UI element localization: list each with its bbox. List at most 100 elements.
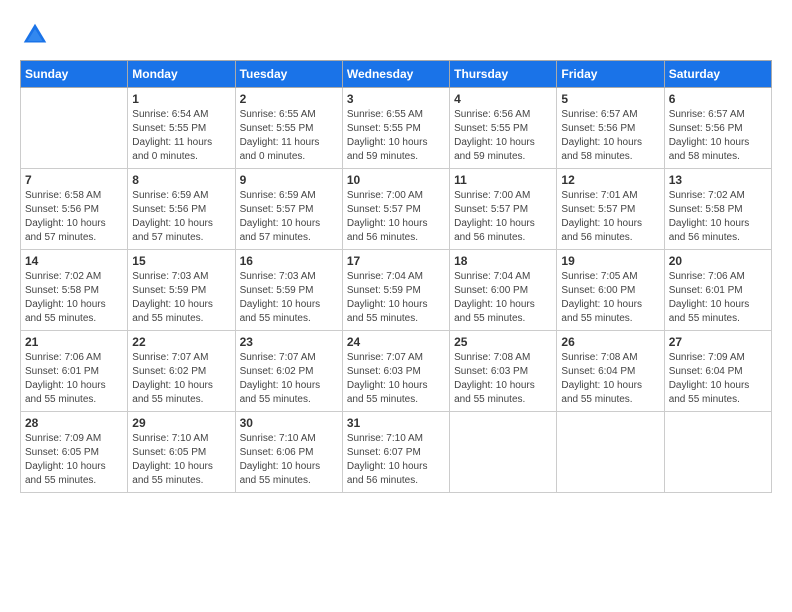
day-number: 8	[132, 173, 230, 187]
day-info: Sunrise: 7:06 AM Sunset: 6:01 PM Dayligh…	[25, 351, 123, 407]
day-number: 30	[240, 416, 338, 430]
day-number: 10	[347, 173, 445, 187]
day-number: 18	[454, 254, 552, 268]
day-info: Sunrise: 7:08 AM Sunset: 6:04 PM Dayligh…	[561, 351, 659, 407]
day-info: Sunrise: 6:59 AM Sunset: 5:57 PM Dayligh…	[240, 189, 338, 245]
day-info: Sunrise: 7:10 AM Sunset: 6:07 PM Dayligh…	[347, 432, 445, 488]
logo-icon	[20, 20, 50, 50]
calendar-cell: 21 Sunrise: 7:06 AM Sunset: 6:01 PM Dayli…	[21, 331, 128, 412]
weekday-header: Monday	[128, 61, 235, 88]
day-info: Sunrise: 7:04 AM Sunset: 5:59 PM Dayligh…	[347, 270, 445, 326]
calendar-week-row: 1 Sunrise: 6:54 AM Sunset: 5:55 PM Daylig…	[21, 88, 772, 169]
calendar-week-row: 14 Sunrise: 7:02 AM Sunset: 5:58 PM Dayli…	[21, 250, 772, 331]
calendar-cell: 14 Sunrise: 7:02 AM Sunset: 5:58 PM Dayli…	[21, 250, 128, 331]
calendar-cell: 29Sunrise: 7:10 AM Sunset: 6:05 PM Dayli…	[128, 412, 235, 493]
calendar-cell: 11 Sunrise: 7:00 AM Sunset: 5:57 PM Dayli…	[450, 169, 557, 250]
day-info: Sunrise: 7:00 AM Sunset: 5:57 PM Dayligh…	[347, 189, 445, 245]
weekday-header: Thursday	[450, 61, 557, 88]
calendar-cell: 6 Sunrise: 6:57 AM Sunset: 5:56 PM Daylig…	[664, 88, 771, 169]
day-info: Sunrise: 7:07 AM Sunset: 6:02 PM Dayligh…	[240, 351, 338, 407]
calendar-cell: 23 Sunrise: 7:07 AM Sunset: 6:02 PM Dayli…	[235, 331, 342, 412]
day-info: Sunrise: 6:54 AM Sunset: 5:55 PM Dayligh…	[132, 108, 230, 164]
day-number: 22	[132, 335, 230, 349]
weekday-header: Saturday	[664, 61, 771, 88]
calendar-cell	[450, 412, 557, 493]
day-number: 17	[347, 254, 445, 268]
calendar-cell: 22 Sunrise: 7:07 AM Sunset: 6:02 PM Dayli…	[128, 331, 235, 412]
calendar-cell: 12 Sunrise: 7:01 AM Sunset: 5:57 PM Dayli…	[557, 169, 664, 250]
day-info: Sunrise: 6:56 AM Sunset: 5:55 PM Dayligh…	[454, 108, 552, 164]
calendar-cell: 13 Sunrise: 7:02 AM Sunset: 5:58 PM Dayli…	[664, 169, 771, 250]
day-info: Sunrise: 7:09 AM Sunset: 6:05 PM Dayligh…	[25, 432, 123, 488]
day-number: 11	[454, 173, 552, 187]
day-number: 16	[240, 254, 338, 268]
calendar-cell: 31 Sunrise: 7:10 AM Sunset: 6:07 PM Dayli…	[342, 412, 449, 493]
calendar-cell: 9Sunrise: 6:59 AM Sunset: 5:57 PM Daylig…	[235, 169, 342, 250]
day-info: Sunrise: 7:02 AM Sunset: 5:58 PM Dayligh…	[669, 189, 767, 245]
calendar-cell: 28 Sunrise: 7:09 AM Sunset: 6:05 PM Dayli…	[21, 412, 128, 493]
calendar-cell: 19Sunrise: 7:05 AM Sunset: 6:00 PM Dayli…	[557, 250, 664, 331]
page-header	[20, 20, 772, 50]
day-info: Sunrise: 6:57 AM Sunset: 5:56 PM Dayligh…	[669, 108, 767, 164]
calendar-week-row: 21 Sunrise: 7:06 AM Sunset: 6:01 PM Dayli…	[21, 331, 772, 412]
day-info: Sunrise: 6:55 AM Sunset: 5:55 PM Dayligh…	[240, 108, 338, 164]
calendar-cell: 8 Sunrise: 6:59 AM Sunset: 5:56 PM Daylig…	[128, 169, 235, 250]
day-info: Sunrise: 7:04 AM Sunset: 6:00 PM Dayligh…	[454, 270, 552, 326]
calendar-cell: 30 Sunrise: 7:10 AM Sunset: 6:06 PM Dayli…	[235, 412, 342, 493]
day-info: Sunrise: 7:09 AM Sunset: 6:04 PM Dayligh…	[669, 351, 767, 407]
day-number: 12	[561, 173, 659, 187]
day-number: 5	[561, 92, 659, 106]
day-number: 7	[25, 173, 123, 187]
day-info: Sunrise: 6:55 AM Sunset: 5:55 PM Dayligh…	[347, 108, 445, 164]
day-info: Sunrise: 7:10 AM Sunset: 6:05 PM Dayligh…	[132, 432, 230, 488]
calendar-cell: 25Sunrise: 7:08 AM Sunset: 6:03 PM Dayli…	[450, 331, 557, 412]
day-number: 27	[669, 335, 767, 349]
day-info: Sunrise: 7:06 AM Sunset: 6:01 PM Dayligh…	[669, 270, 767, 326]
calendar-cell: 2 Sunrise: 6:55 AM Sunset: 5:55 PM Daylig…	[235, 88, 342, 169]
day-info: Sunrise: 7:03 AM Sunset: 5:59 PM Dayligh…	[240, 270, 338, 326]
calendar-cell: 20Sunrise: 7:06 AM Sunset: 6:01 PM Dayli…	[664, 250, 771, 331]
calendar-cell: 5 Sunrise: 6:57 AM Sunset: 5:56 PM Daylig…	[557, 88, 664, 169]
calendar-cell: 27 Sunrise: 7:09 AM Sunset: 6:04 PM Dayli…	[664, 331, 771, 412]
day-number: 24	[347, 335, 445, 349]
day-info: Sunrise: 6:59 AM Sunset: 5:56 PM Dayligh…	[132, 189, 230, 245]
day-info: Sunrise: 7:03 AM Sunset: 5:59 PM Dayligh…	[132, 270, 230, 326]
day-number: 6	[669, 92, 767, 106]
calendar-cell: 24 Sunrise: 7:07 AM Sunset: 6:03 PM Dayli…	[342, 331, 449, 412]
day-number: 31	[347, 416, 445, 430]
day-info: Sunrise: 6:57 AM Sunset: 5:56 PM Dayligh…	[561, 108, 659, 164]
calendar-cell	[557, 412, 664, 493]
day-number: 2	[240, 92, 338, 106]
calendar-cell: 10 Sunrise: 7:00 AM Sunset: 5:57 PM Dayli…	[342, 169, 449, 250]
day-info: Sunrise: 7:07 AM Sunset: 6:03 PM Dayligh…	[347, 351, 445, 407]
day-number: 19	[561, 254, 659, 268]
calendar-week-row: 7Sunrise: 6:58 AM Sunset: 5:56 PM Daylig…	[21, 169, 772, 250]
day-number: 14	[25, 254, 123, 268]
calendar-cell: 3 Sunrise: 6:55 AM Sunset: 5:55 PM Daylig…	[342, 88, 449, 169]
calendar-table: SundayMondayTuesdayWednesdayThursdayFrid…	[20, 60, 772, 493]
calendar-cell	[21, 88, 128, 169]
day-number: 15	[132, 254, 230, 268]
calendar-cell: 17 Sunrise: 7:04 AM Sunset: 5:59 PM Dayli…	[342, 250, 449, 331]
weekday-header: Wednesday	[342, 61, 449, 88]
day-number: 25	[454, 335, 552, 349]
day-info: Sunrise: 7:02 AM Sunset: 5:58 PM Dayligh…	[25, 270, 123, 326]
day-number: 1	[132, 92, 230, 106]
calendar-cell: 15 Sunrise: 7:03 AM Sunset: 5:59 PM Dayli…	[128, 250, 235, 331]
calendar-week-row: 28 Sunrise: 7:09 AM Sunset: 6:05 PM Dayli…	[21, 412, 772, 493]
day-number: 23	[240, 335, 338, 349]
logo	[20, 20, 54, 50]
day-info: Sunrise: 7:01 AM Sunset: 5:57 PM Dayligh…	[561, 189, 659, 245]
calendar-cell: 1 Sunrise: 6:54 AM Sunset: 5:55 PM Daylig…	[128, 88, 235, 169]
day-info: Sunrise: 7:10 AM Sunset: 6:06 PM Dayligh…	[240, 432, 338, 488]
day-number: 28	[25, 416, 123, 430]
day-number: 13	[669, 173, 767, 187]
day-info: Sunrise: 7:07 AM Sunset: 6:02 PM Dayligh…	[132, 351, 230, 407]
calendar-header-row: SundayMondayTuesdayWednesdayThursdayFrid…	[21, 61, 772, 88]
day-info: Sunrise: 7:00 AM Sunset: 5:57 PM Dayligh…	[454, 189, 552, 245]
day-number: 21	[25, 335, 123, 349]
day-number: 3	[347, 92, 445, 106]
day-number: 4	[454, 92, 552, 106]
weekday-header: Sunday	[21, 61, 128, 88]
calendar-cell: 4 Sunrise: 6:56 AM Sunset: 5:55 PM Daylig…	[450, 88, 557, 169]
